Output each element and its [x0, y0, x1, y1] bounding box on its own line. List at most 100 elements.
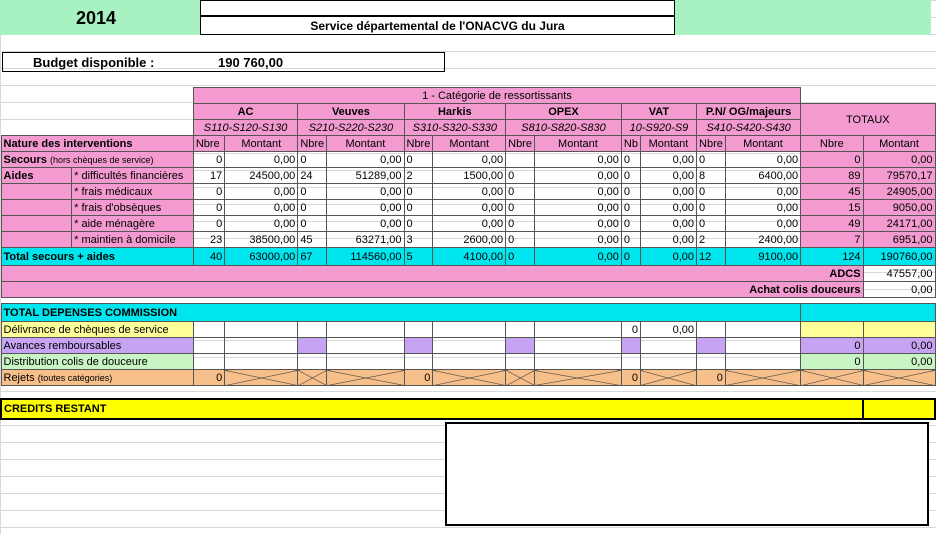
- aide-row: * maintien à domicile 23 38500,00 45 63271…: [0, 231, 936, 248]
- cell[interactable]: 0: [696, 369, 726, 386]
- cell[interactable]: [505, 151, 535, 168]
- cell[interactable]: 0: [192, 199, 226, 216]
- cell[interactable]: 0: [505, 167, 535, 184]
- cell[interactable]: 0: [620, 199, 641, 216]
- cell[interactable]: 2: [403, 167, 434, 184]
- cell[interactable]: 8: [696, 167, 726, 184]
- group-veuves-codes: S210-S220-S230: [297, 119, 405, 136]
- cell[interactable]: 0: [620, 215, 641, 232]
- group-ac-codes: S110-S120-S130: [192, 119, 299, 136]
- total-cell: 45: [800, 183, 864, 200]
- cell[interactable]: 0: [297, 215, 328, 232]
- cell[interactable]: 0,00: [326, 151, 405, 168]
- cell[interactable]: 0: [192, 369, 226, 386]
- cell[interactable]: 6400,00: [724, 167, 802, 184]
- cell: 114560,00: [326, 247, 405, 266]
- cell[interactable]: 0: [696, 199, 726, 216]
- cell[interactable]: 0: [297, 151, 328, 168]
- col-nbre: Nbre: [505, 135, 535, 152]
- cell[interactable]: 0: [620, 167, 641, 184]
- cell[interactable]: 0,00: [724, 183, 802, 200]
- cell[interactable]: 0,00: [639, 167, 698, 184]
- cell[interactable]: 0,00: [639, 321, 698, 338]
- cell[interactable]: 0,00: [639, 199, 698, 216]
- cell[interactable]: 0,00: [432, 151, 507, 168]
- cell[interactable]: 0: [192, 215, 226, 232]
- cell[interactable]: 0,00: [533, 167, 622, 184]
- cell[interactable]: 2400,00: [724, 231, 802, 248]
- cell[interactable]: 24500,00: [224, 167, 299, 184]
- cell[interactable]: 0: [620, 151, 641, 168]
- cell[interactable]: 0: [403, 215, 434, 232]
- cell[interactable]: 0,00: [533, 151, 622, 168]
- cell[interactable]: 63271,00: [326, 231, 405, 248]
- cell[interactable]: 0: [505, 231, 535, 248]
- total-cell: 0,00: [862, 337, 936, 354]
- cell[interactable]: 0: [696, 215, 726, 232]
- cell[interactable]: 0,00: [224, 215, 299, 232]
- total-cell: 0: [800, 151, 864, 168]
- col-nb: Nb: [620, 135, 641, 152]
- cell[interactable]: 23: [192, 231, 226, 248]
- cell[interactable]: 0,00: [639, 215, 698, 232]
- cell[interactable]: 0: [403, 199, 434, 216]
- cell: 40: [192, 247, 226, 266]
- adcs-value[interactable]: 47557,00: [862, 265, 936, 282]
- cell[interactable]: 0,00: [326, 215, 405, 232]
- cell[interactable]: 2: [696, 231, 726, 248]
- aide-row: * frais d'obsèques 0 0,00 0 0,00 0 0,00 0 0,…: [0, 199, 936, 216]
- cell[interactable]: 0: [620, 231, 641, 248]
- cell[interactable]: 0,00: [724, 199, 802, 216]
- cell[interactable]: 0,00: [326, 183, 405, 200]
- cell[interactable]: 45: [297, 231, 328, 248]
- cell[interactable]: 0,00: [639, 183, 698, 200]
- cell[interactable]: 51289,00: [326, 167, 405, 184]
- cell[interactable]: 0,00: [432, 183, 507, 200]
- cell[interactable]: 0: [505, 215, 535, 232]
- cell[interactable]: 0: [505, 199, 535, 216]
- cell: 4100,00: [432, 247, 507, 266]
- cell[interactable]: 0,00: [639, 151, 698, 168]
- colis-value[interactable]: 0,00: [862, 281, 936, 298]
- adcs-label: ADCS: [0, 265, 864, 282]
- cell[interactable]: 0: [403, 151, 434, 168]
- cell[interactable]: 0,00: [533, 199, 622, 216]
- total-secours-aides-row: Total secours + aides 40 63000,00 67 11456…: [0, 247, 936, 266]
- cell[interactable]: 0,00: [724, 215, 802, 232]
- cell[interactable]: 0,00: [326, 199, 405, 216]
- cell[interactable]: 17: [192, 167, 226, 184]
- cell[interactable]: 24: [297, 167, 328, 184]
- cell[interactable]: 0,00: [432, 199, 507, 216]
- total-cell: 79570,17: [862, 167, 936, 184]
- cell[interactable]: 0,00: [533, 231, 622, 248]
- cell[interactable]: 2600,00: [432, 231, 507, 248]
- cell[interactable]: 0,00: [432, 215, 507, 232]
- aide-row: * frais médicaux 0 0,00 0 0,00 0 0,00 0 0,00…: [0, 183, 936, 200]
- cell[interactable]: 0: [620, 369, 641, 386]
- cell[interactable]: 0: [403, 183, 434, 200]
- cell[interactable]: 0,00: [724, 151, 802, 168]
- cell[interactable]: 0: [403, 369, 434, 386]
- secours-sublabel: (hors chèques de service): [49, 154, 154, 165]
- cell[interactable]: 0,00: [533, 183, 622, 200]
- cell[interactable]: 0,00: [224, 199, 299, 216]
- cell[interactable]: 0,00: [224, 183, 299, 200]
- cell[interactable]: 38500,00: [224, 231, 299, 248]
- cell[interactable]: 0: [192, 151, 226, 168]
- cell[interactable]: 3: [403, 231, 434, 248]
- cell[interactable]: 1500,00: [432, 167, 507, 184]
- cell[interactable]: 0: [297, 183, 328, 200]
- cell[interactable]: 0: [620, 321, 641, 338]
- credits-restant-value[interactable]: [862, 398, 936, 420]
- colis-row: Achat colis douceurs 0,00: [0, 281, 936, 298]
- cell[interactable]: 0: [696, 151, 726, 168]
- cell[interactable]: 0: [505, 183, 535, 200]
- cell[interactable]: 0,00: [224, 151, 299, 168]
- cell[interactable]: 0: [192, 183, 226, 200]
- cell[interactable]: 0: [620, 183, 641, 200]
- cell[interactable]: 0: [696, 183, 726, 200]
- delivrance-label: Délivrance de chèques de service: [0, 321, 194, 338]
- cell[interactable]: 0: [297, 199, 328, 216]
- cell[interactable]: 0,00: [533, 215, 622, 232]
- cell[interactable]: 0,00: [639, 231, 698, 248]
